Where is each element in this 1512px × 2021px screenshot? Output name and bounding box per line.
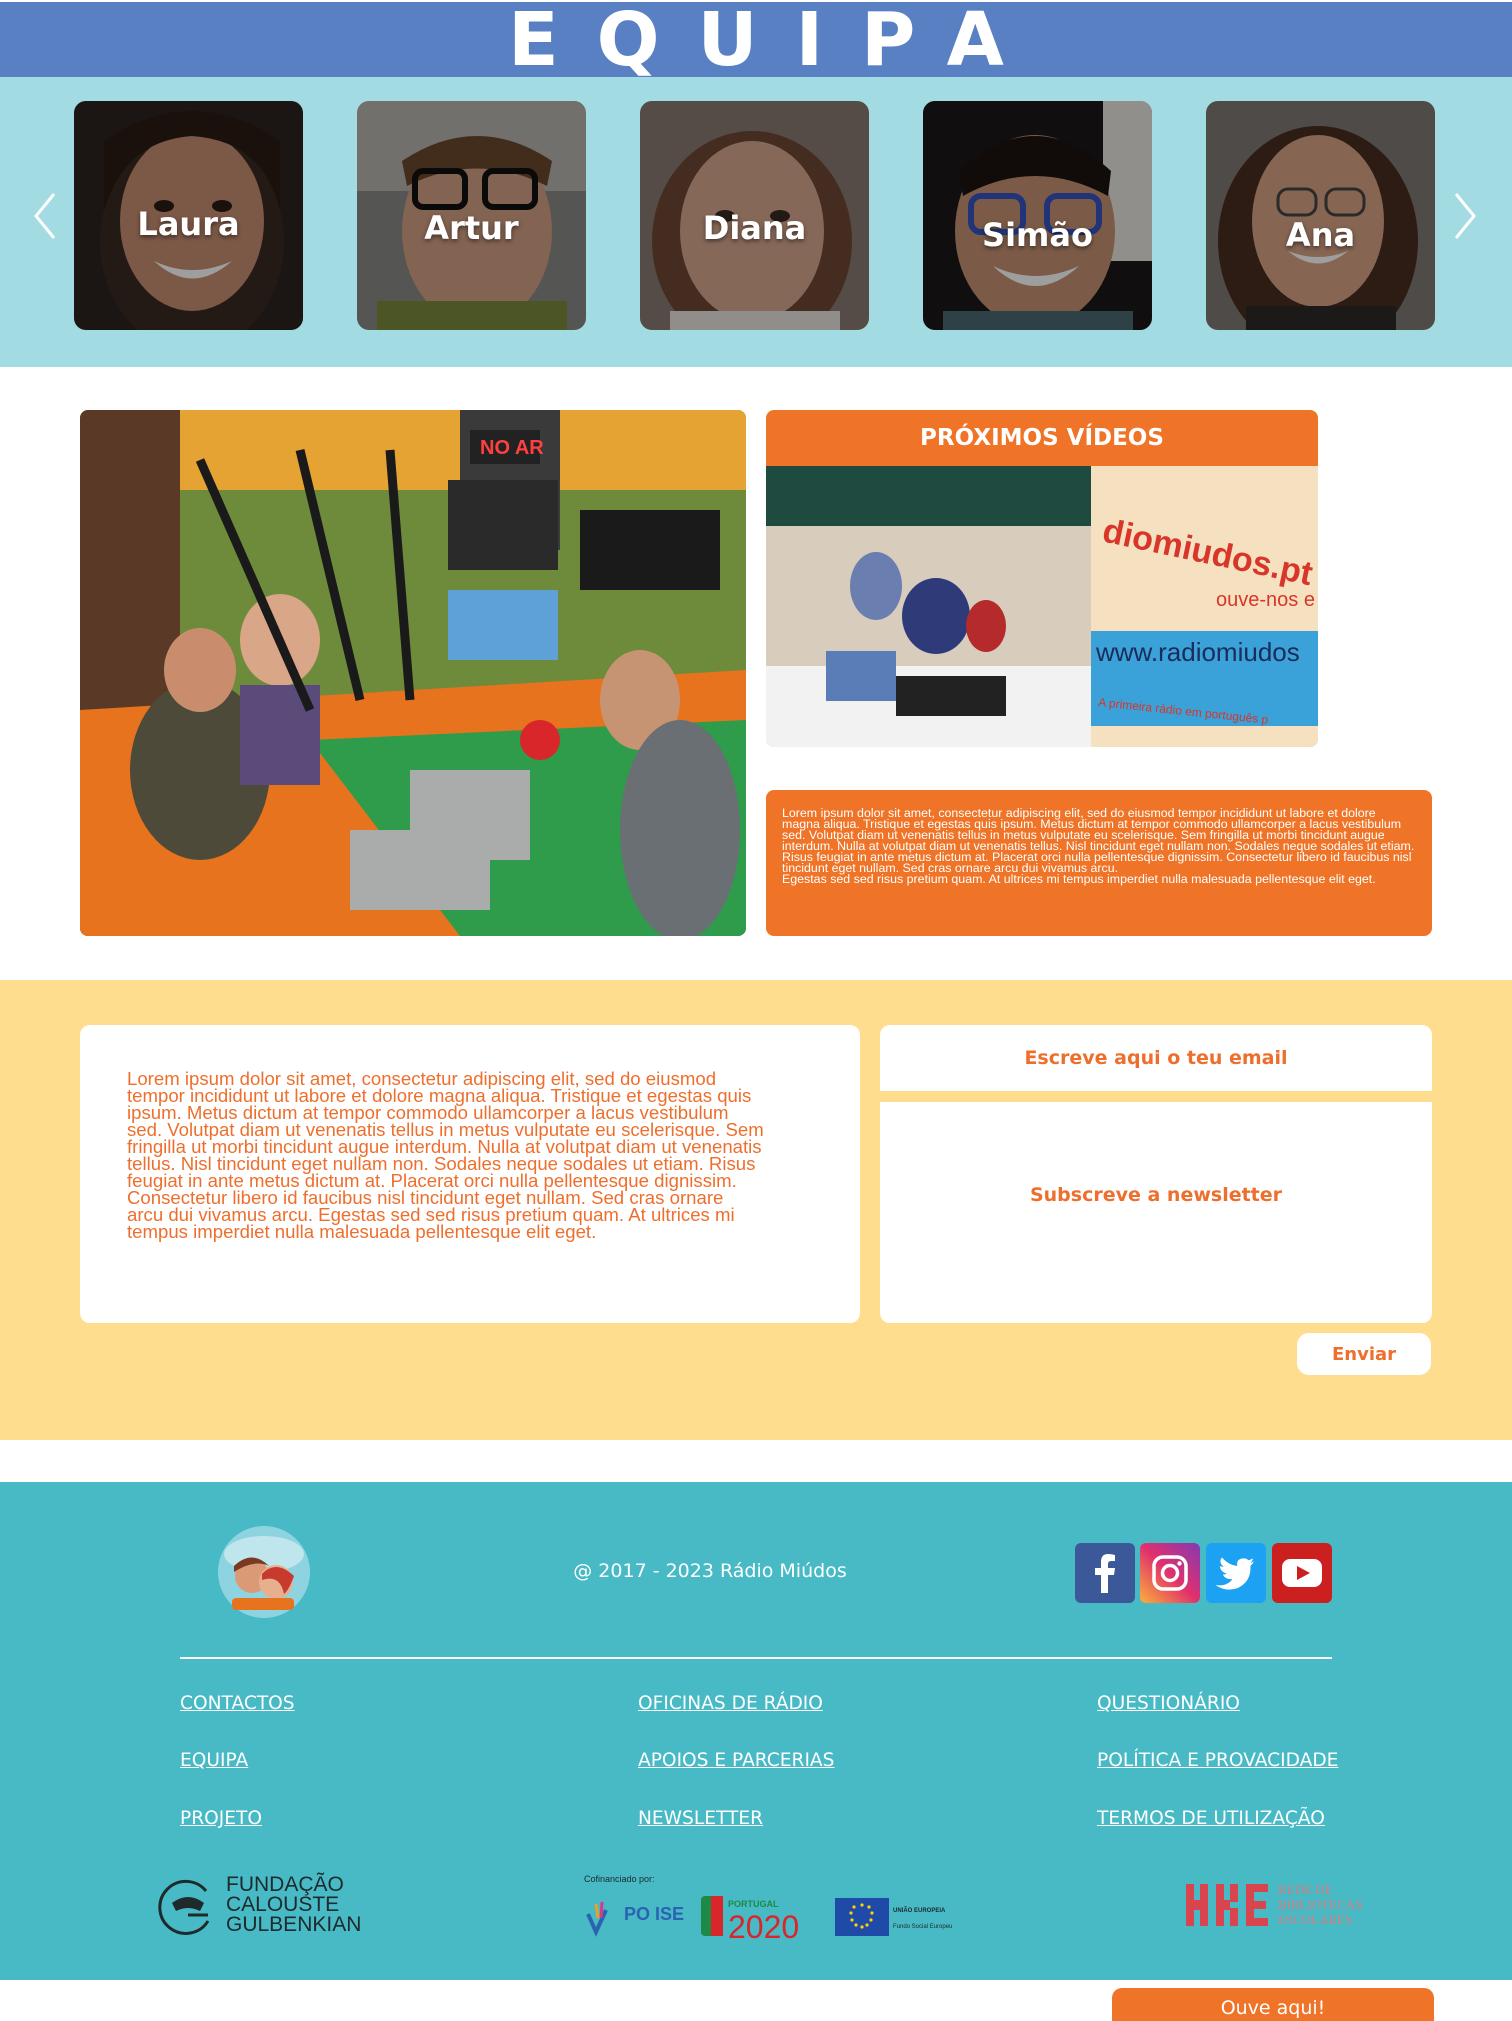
footer-link-oficinas[interactable]: OFICINAS DE RÁDIO [638,1693,823,1714]
newsletter-description-card: Lorem ipsum dolor sit amet, consectetur … [80,1025,860,1323]
rede-bibliotecas-logo[interactable]: REDE DE BIBLIOTECAS ESCOLARES [1184,1880,1374,1932]
member-name: Artur [424,209,519,247]
team-member-card-diana[interactable]: Diana [640,101,869,330]
team-member-card-artur[interactable]: Artur [357,101,586,330]
team-member-card-simao[interactable]: Simão [923,101,1152,330]
instagram-icon[interactable] [1140,1543,1200,1603]
team-member-card-ana[interactable]: Ana [1206,101,1435,330]
info-paragraph: Lorem ipsum dolor sit amet, consectetur … [782,806,1415,875]
member-name: Simão [982,216,1093,254]
funding-logos[interactable]: Cofinanciado por: PO ISE PORTUGAL 2020 U… [584,1874,954,1944]
on-air-sign: NO AR [480,437,544,459]
member-name: Ana [1285,216,1356,254]
carousel-prev-arrow-icon[interactable] [30,190,60,242]
eu-sublabel: Fundo Social Europeu [893,1924,952,1930]
radio-miudos-logo[interactable] [214,1524,314,1620]
eu-label: UNIÃO EUROPEIA [893,1907,946,1914]
twitter-icon[interactable] [1206,1543,1266,1603]
member-name: Laura [137,205,240,243]
copyright-text: @ 2017 - 2023 Rádio Miúdos [573,1560,847,1582]
youtube-icon[interactable] [1272,1543,1332,1603]
banner-text: ouve-nos e [1216,589,1315,611]
next-videos-thumbnail[interactable]: diomiudos.pt ouve-nos e www.radiomiudos … [766,466,1318,747]
team-title: EQUIPA [508,0,1042,83]
footer-link-contactos[interactable]: CONTACTOS [180,1693,295,1714]
footer-link-termos[interactable]: TERMOS DE UTILIZAÇÃO [1097,1808,1325,1829]
radio-studio-photo: NO AR [80,410,746,936]
info-text-box: Lorem ipsum dolor sit amet, consectetur … [766,790,1432,936]
footer-divider [180,1657,1332,1659]
next-videos-panel[interactable]: PRÓXIMOS VÍDEOS diomiudos.pt ouve-nos e … [766,410,1318,747]
footer-link-questionario[interactable]: QUESTIONÁRIO [1097,1693,1240,1714]
team-member-card-laura[interactable]: Laura [74,101,303,330]
info-paragraph: Egestas sed sed risus pretium quam. At u… [782,872,1376,886]
member-name: Diana [702,209,807,247]
facebook-icon[interactable] [1075,1543,1135,1603]
portugal-2020-label: 2020 [728,1909,799,1944]
listen-live-button[interactable]: Ouve aqui! [1112,1988,1434,2021]
footer-link-equipa[interactable]: EQUIPA [180,1750,248,1771]
carousel-next-arrow-icon[interactable] [1450,190,1480,242]
email-input[interactable] [880,1025,1432,1091]
footer-link-politica[interactable]: POLÍTICA E PROVACIDADE [1097,1750,1338,1771]
newsletter-message-input[interactable] [880,1102,1432,1323]
next-videos-title: PRÓXIMOS VÍDEOS [920,425,1164,451]
gulbenkian-logo[interactable]: FUNDAÇÃO CALOUSTE GULBENKIAN [158,1874,361,1939]
poise-label: PO ISE [624,1904,684,1924]
team-header: EQUIPA [0,2,1512,78]
footer-link-projeto[interactable]: PROJETO [180,1808,262,1829]
banner-url: www.radiomiudos [1095,637,1300,667]
footer-link-apoios[interactable]: APOIOS E PARCERIAS [638,1750,834,1771]
newsletter-description: Lorem ipsum dolor sit amet, consectetur … [127,1068,764,1242]
portugal-label: PORTUGAL [728,1899,779,1909]
footer-link-newsletter[interactable]: NEWSLETTER [638,1808,763,1829]
send-button[interactable]: Enviar [1297,1333,1431,1375]
